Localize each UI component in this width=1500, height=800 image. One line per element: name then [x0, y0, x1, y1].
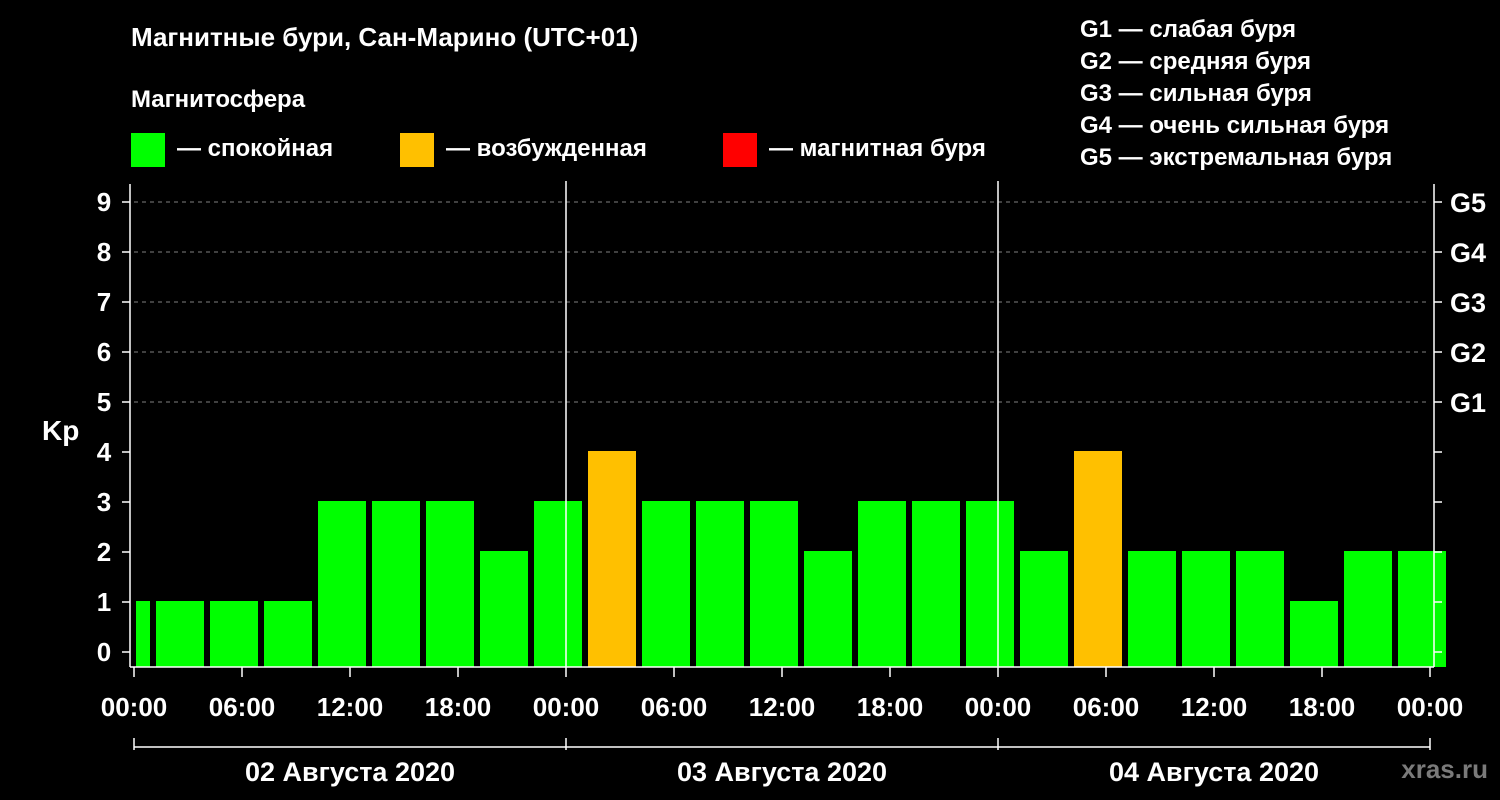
x-tick-label: 06:00 [1073, 692, 1140, 722]
kp-bar [480, 551, 528, 667]
kp-bar [1182, 551, 1230, 667]
kp-bar [156, 601, 204, 667]
x-tick-label: 06:00 [641, 692, 708, 722]
kp-bar [642, 501, 690, 667]
kp-bar [966, 501, 1014, 667]
kp-bar [1236, 551, 1284, 667]
kp-bar [1128, 551, 1176, 667]
day-label: 04 Августа 2020 [1109, 757, 1319, 787]
kp-bar [210, 601, 258, 667]
x-tick-label: 12:00 [317, 692, 384, 722]
y-tick-label: 4 [97, 437, 112, 467]
y-axis-label: Kp [42, 415, 79, 446]
x-tick-label: 18:00 [1289, 692, 1356, 722]
x-tick-label: 18:00 [425, 692, 492, 722]
kp-bar-chart: 0 1 2 3 4 5 6 7 8 9 G1 G2 G3 G4 G5 Kp 00:00 06:00 12:00 18:… [42, 181, 1486, 787]
kp-bar [858, 501, 906, 667]
g-scale-label: G3 [1450, 288, 1486, 318]
y-tick-label: 7 [97, 287, 111, 317]
kp-bar [696, 501, 744, 667]
y-tick-label: 3 [97, 487, 111, 517]
y-tick-label: 2 [97, 537, 111, 567]
x-tick-label: 00:00 [1397, 692, 1464, 722]
y-tick-label: 0 [97, 637, 111, 667]
day-label: 02 Августа 2020 [245, 757, 455, 787]
watermark: xras.ru [1401, 754, 1488, 784]
g-scale-label: G1 [1450, 388, 1486, 418]
kp-bar [912, 501, 960, 667]
kp-bar [750, 501, 798, 667]
x-tick-label: 00:00 [101, 692, 168, 722]
x-tick-label: 00:00 [533, 692, 600, 722]
kp-bar [1290, 601, 1338, 667]
g-scale-label: G5 [1450, 188, 1486, 218]
kp-bar [136, 601, 150, 667]
y-tick-label: 1 [97, 587, 111, 617]
kp-bar [1020, 551, 1068, 667]
x-tick-label: 06:00 [209, 692, 276, 722]
x-tick-label: 18:00 [857, 692, 924, 722]
kp-bar [372, 501, 420, 667]
y-tick-label: 6 [97, 337, 111, 367]
kp-bar [318, 501, 366, 667]
kp-bar [264, 601, 312, 667]
x-tick-label: 12:00 [749, 692, 816, 722]
kp-bar [1398, 551, 1446, 667]
kp-bar [426, 501, 474, 667]
day-label: 03 Августа 2020 [677, 757, 887, 787]
kp-bar [1344, 551, 1392, 667]
kp-bar [1074, 451, 1122, 667]
x-tick-label: 00:00 [965, 692, 1032, 722]
y-tick-label: 5 [97, 387, 111, 417]
kp-bar [534, 501, 582, 667]
g-scale-label: G2 [1450, 338, 1486, 368]
kp-bar [804, 551, 852, 667]
y-tick-label: 9 [97, 187, 111, 217]
kp-bar [588, 451, 636, 667]
y-tick-label: 8 [97, 237, 111, 267]
x-tick-label: 12:00 [1181, 692, 1248, 722]
g-scale-label: G4 [1450, 238, 1486, 268]
